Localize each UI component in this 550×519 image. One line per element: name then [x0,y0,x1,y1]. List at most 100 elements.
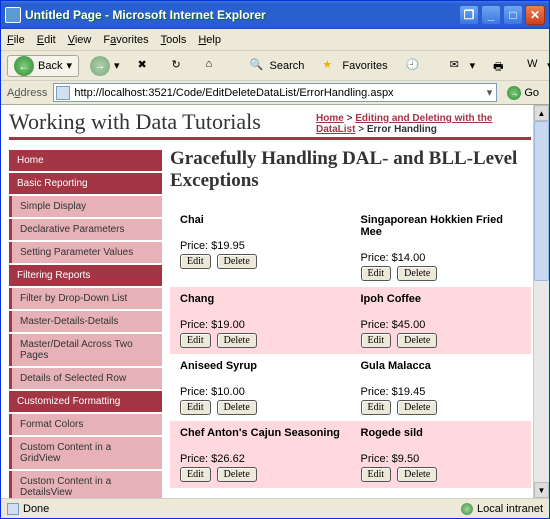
dropdown-icon: ▾ [114,59,120,72]
favorites-button[interactable]: ★ Favorites [315,55,394,77]
edit-button[interactable]: Edit [361,400,392,415]
zone-text: Local intranet [477,503,543,515]
content-area: Working with Data Tutorials Home > Editi… [1,105,549,498]
stop-button[interactable]: ✖ [131,55,161,77]
star-icon: ★ [322,58,338,74]
mail-icon: ✉ [450,58,466,74]
address-bar: Address http://localhost:3521/Code/EditD… [1,81,549,105]
delete-button[interactable]: Delete [397,266,437,281]
item-grid: Chai Price: $19.95 Edit Delete Singaporean H… [170,208,531,491]
edit-button[interactable]: Edit [180,400,211,415]
scroll-down-icon[interactable]: ▼ [534,482,549,498]
edit-button[interactable]: Edit [361,467,392,482]
sidebar-item[interactable]: Details of Selected Row [9,368,162,389]
sidebar-category[interactable]: Filtering Reports [9,265,162,286]
menu-tools[interactable]: Tools [161,34,187,46]
product-name: Gula Malacca [361,360,522,372]
sidebar-category[interactable]: Customized Formatting [9,391,162,412]
sidebar-item[interactable]: Declarative Parameters [9,219,162,240]
edit-button[interactable]: Edit [180,254,211,269]
breadcrumb-home[interactable]: Home [316,113,344,124]
dropdown-icon[interactable]: ▾ [485,86,495,99]
breadcrumb-sep: > [347,113,353,124]
close-button[interactable]: ✕ [525,5,545,25]
refresh-button[interactable]: ↻ [165,55,195,77]
article: Gracefully Handling DAL- and BLL-Level E… [170,148,531,491]
print-button[interactable]: 🖶 [486,55,516,77]
go-button[interactable]: → Go [503,83,543,102]
article-heading: Gracefully Handling DAL- and BLL-Level E… [170,148,531,192]
sidebar-item[interactable]: Master-Details-Details [9,311,162,332]
minimize-button[interactable]: _ [481,5,501,25]
refresh-icon: ↻ [172,58,188,74]
url-text: http://localhost:3521/Code/EditDeleteDat… [74,87,484,99]
edit-button[interactable]: W▾ [520,55,550,77]
product-name: Singaporean Hokkien Fried Mee [361,214,522,238]
site-title: Working with Data Tutorials [9,109,261,135]
product-price: Price: $45.00 [361,319,522,331]
delete-button[interactable]: Delete [217,467,257,482]
product-name: Ipoh Coffee [361,293,522,305]
product-price: Price: $19.45 [361,386,522,398]
product-name: Chang [180,293,341,305]
breadcrumb-sep: > [358,124,364,135]
product-price: Price: $14.00 [361,252,522,264]
product-item: Chai Price: $19.95 Edit Delete [170,208,351,287]
delete-button[interactable]: Delete [217,400,257,415]
maximize-button[interactable]: □ [503,5,523,25]
delete-button[interactable]: Delete [397,467,437,482]
address-label: Address [7,87,47,99]
sidebar-category[interactable]: Home [9,150,162,171]
menu-edit[interactable]: Edit [37,34,56,46]
product-name: Chai [180,214,341,226]
scroll-thumb[interactable] [534,121,549,281]
sidebar-item[interactable]: Setting Parameter Values [9,242,162,263]
edit-button[interactable]: Edit [180,333,211,348]
delete-button[interactable]: Delete [397,333,437,348]
product-item: Chef Anton's Cajun SeasoningPrice: $26.6… [170,421,351,488]
product-name: Chef Anton's Cajun Seasoning [180,427,341,439]
product-name: Rogede sild [361,427,522,439]
search-button[interactable]: 🔍Search [243,55,312,77]
sidebar-item[interactable]: Custom Content in a GridView [9,437,162,469]
edit-button[interactable]: Edit [180,467,211,482]
menu-view[interactable]: View [68,34,92,46]
delete-button[interactable]: Delete [217,333,257,348]
product-price: Price: $19.95 [180,240,341,252]
vertical-scrollbar[interactable]: ▲ ▼ [533,105,549,498]
sidebar-item[interactable]: Simple Display [9,196,162,217]
address-input[interactable]: http://localhost:3521/Code/EditDeleteDat… [53,83,497,102]
sidebar-item[interactable]: Custom Content in a DetailsView [9,471,162,498]
menu-file[interactable]: File [7,34,25,46]
menu-favorites[interactable]: Favorites [103,34,148,46]
browser-window: Untitled Page - Microsoft Internet Explo… [0,0,550,519]
sidebar-category[interactable]: Basic Reporting [9,173,162,194]
home-icon: ⌂ [206,58,222,74]
menu-help[interactable]: Help [198,34,221,46]
product-item: Ipoh Coffee Price: $45.00 Edit Delete [351,287,532,354]
favorites-label: Favorites [342,60,387,72]
sidebar: HomeBasic ReportingSimple DisplayDeclara… [9,148,162,491]
forward-button[interactable]: → ▾ [83,55,127,77]
product-item: Chef Anton's Gumbo MixPrice: $21.35EditD… [170,488,351,491]
history-button[interactable]: 🕘 [399,55,429,77]
sidebar-item[interactable]: Format Colors [9,414,162,435]
edit-button[interactable]: Edit [361,333,392,348]
edit-button[interactable]: Edit [361,266,392,281]
sidebar-item[interactable]: Master/Detail Across Two Pages [9,334,162,366]
scroll-track[interactable] [534,121,549,482]
delete-button[interactable]: Delete [217,254,257,269]
link-button[interactable]: ❐ [459,5,479,25]
product-price: Price: $10.00 [180,386,341,398]
page-icon [56,86,70,100]
sidebar-item[interactable]: Filter by Drop-Down List [9,288,162,309]
home-button[interactable]: ⌂ [199,55,229,77]
back-arrow-icon: ← [14,56,34,76]
scroll-up-icon[interactable]: ▲ [534,105,549,121]
delete-button[interactable]: Delete [397,400,437,415]
back-button[interactable]: ← Back ▾ [7,55,79,77]
statusbar: Done Local intranet [1,498,549,518]
dropdown-icon: ▾ [66,59,72,72]
mail-button[interactable]: ✉▾ [443,55,483,77]
titlebar[interactable]: Untitled Page - Microsoft Internet Explo… [1,1,549,29]
